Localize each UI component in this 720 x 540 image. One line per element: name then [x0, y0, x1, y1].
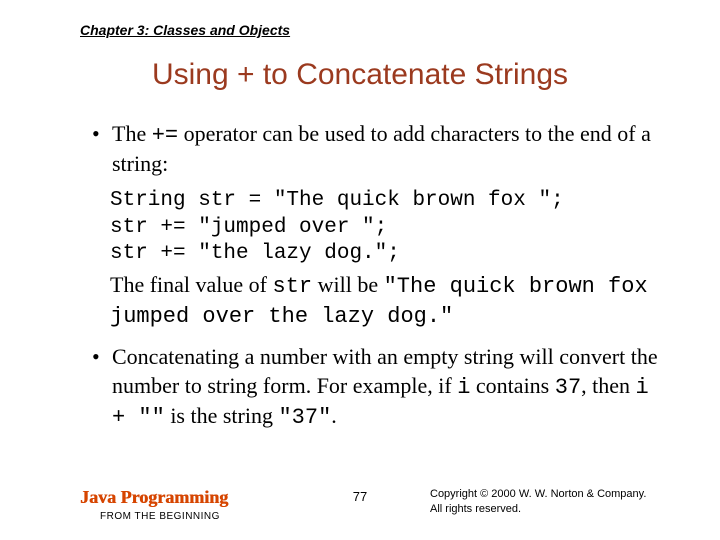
- b2-s4: is the string: [165, 403, 279, 428]
- copyright-line-1: Copyright © 2000 W. W. Norton & Company.: [430, 488, 646, 500]
- chapter-heading: Chapter 3: Classes and Objects: [80, 22, 290, 38]
- bullet-2: Concatenating a number with an empty str…: [96, 343, 672, 431]
- book-subtitle: FROM THE BEGINNING: [100, 511, 220, 522]
- slide-title: Using + to Concatenate Strings: [0, 58, 720, 92]
- b2-n1: 37: [555, 375, 581, 400]
- copyright: Copyright © 2000 W. W. Norton & Company.…: [430, 487, 680, 516]
- slide: Chapter 3: Classes and Objects Using + t…: [0, 0, 720, 540]
- b2-s3: , then: [581, 373, 635, 398]
- bullet-1: The += operator can be used to add chara…: [96, 120, 672, 178]
- result-mid: will be: [312, 272, 384, 297]
- code-block: String str = "The quick brown fox "; str…: [110, 188, 672, 267]
- bullet-1-pre: The: [112, 121, 152, 146]
- slide-body: The += operator can be used to add chara…: [80, 120, 672, 442]
- result-paragraph: The final value of str will be "The quic…: [110, 271, 672, 331]
- result-pre: The final value of: [110, 272, 273, 297]
- b2-v1: i: [457, 375, 470, 400]
- result-var: str: [273, 274, 313, 299]
- b2-s2: contains: [470, 373, 554, 398]
- copyright-line-2: All rights reserved.: [430, 503, 521, 515]
- footer: Java Programming FROM THE BEGINNING 77 C…: [0, 482, 720, 522]
- b2-res: "37": [278, 405, 331, 430]
- bullet-1-op: +=: [152, 123, 178, 148]
- b2-s5: .: [331, 403, 337, 428]
- bullet-1-post: operator can be used to add characters t…: [112, 121, 651, 176]
